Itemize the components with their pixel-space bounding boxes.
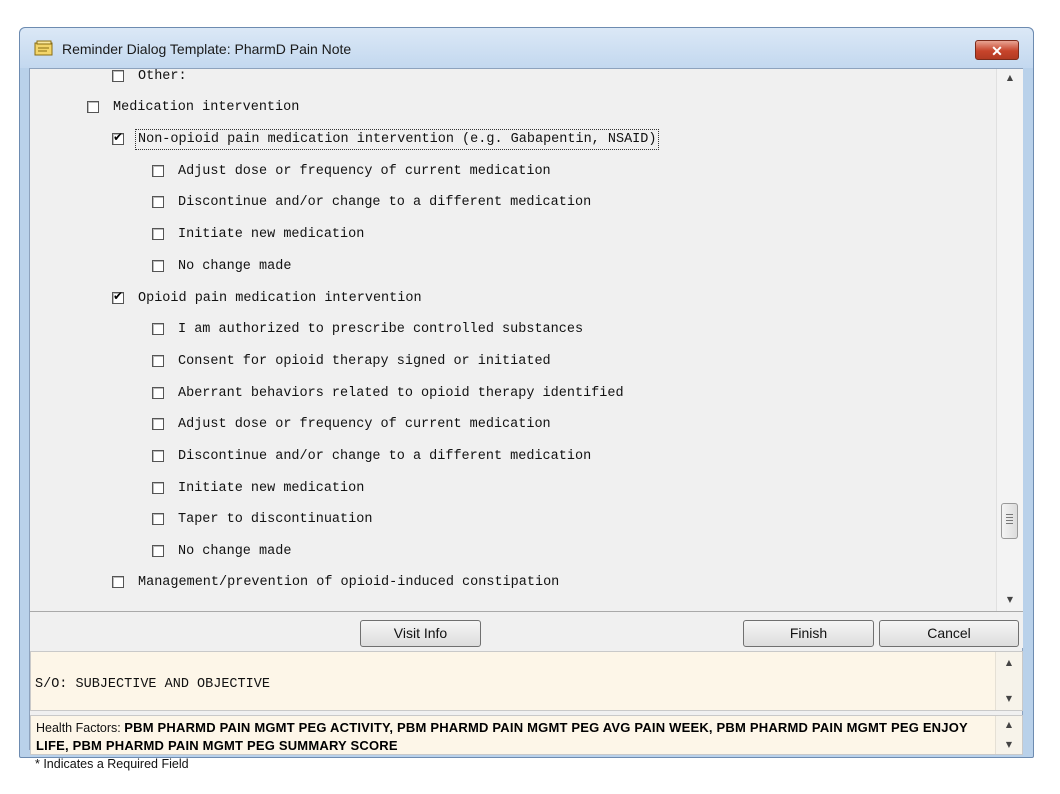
scroll-down-icon[interactable]: ▼ — [997, 591, 1023, 609]
checkbox[interactable] — [152, 482, 164, 494]
note-scrollbar[interactable]: ▲ ▼ — [995, 652, 1022, 710]
visit-info-button[interactable]: Visit Info — [360, 620, 481, 647]
tree-item-consent-opioid[interactable]: Consent for opioid therapy signed or ini… — [152, 351, 551, 371]
tree-item-label: Discontinue and/or change to a different… — [178, 194, 592, 210]
health-factors-value: PBM PHARMD PAIN MGMT PEG ACTIVITY, PBM P… — [36, 720, 968, 753]
checkbox[interactable] — [152, 545, 164, 557]
tree-item-discontinue[interactable]: Discontinue and/or change to a different… — [152, 192, 591, 212]
checkbox[interactable] — [112, 576, 124, 588]
tree-item-other[interactable]: Other: — [112, 69, 187, 86]
health-factors-panel[interactable]: Health Factors: PBM PHARMD PAIN MGMT PEG… — [30, 715, 1023, 755]
tree-item-label: Adjust dose or frequency of current medi… — [178, 416, 551, 432]
grip-icon — [1006, 514, 1013, 526]
tree-item-no-change-opioid[interactable]: No change made — [152, 541, 291, 561]
checkbox[interactable] — [152, 418, 164, 430]
checkbox[interactable] — [152, 165, 164, 177]
tree-item-label: Opioid pain medication intervention — [138, 290, 422, 306]
scroll-down-icon[interactable]: ▼ — [996, 736, 1022, 754]
tree-item-label: Non-opioid pain medication intervention … — [134, 128, 660, 150]
checkbox[interactable] — [152, 228, 164, 240]
note-text: S/O: SUBJECTIVE AND OBJECTIVE — [35, 677, 270, 692]
tree-item-label: Adjust dose or frequency of current medi… — [178, 163, 551, 179]
tree-item-label: I am authorized to prescribe controlled … — [178, 321, 584, 337]
tree-item-label: No change made — [178, 543, 292, 559]
window-title: Reminder Dialog Template: PharmD Pain No… — [62, 41, 352, 57]
cancel-button[interactable]: Cancel — [879, 620, 1019, 647]
health-factors-scrollbar[interactable]: ▲ ▼ — [995, 716, 1022, 754]
scroll-thumb[interactable] — [1001, 503, 1018, 539]
close-button[interactable]: ✕ — [975, 40, 1019, 60]
tree-item-label: Medication intervention — [113, 99, 300, 115]
tree-item-label: Discontinue and/or change to a different… — [178, 448, 592, 464]
tree-item-discontinue-opioid[interactable]: Discontinue and/or change to a different… — [152, 446, 591, 466]
tree-item-label: Initiate new medication — [178, 480, 365, 496]
tree-item-taper[interactable]: Taper to discontinuation — [152, 509, 372, 529]
tree-item-label: Other: — [138, 69, 187, 84]
tree-scrollbar[interactable]: ▲ ▼ — [996, 69, 1023, 611]
finish-button[interactable]: Finish — [743, 620, 874, 647]
tree-item-adjust-dose[interactable]: Adjust dose or frequency of current medi… — [152, 161, 551, 181]
checkbox[interactable] — [152, 450, 164, 462]
scroll-up-icon[interactable]: ▲ — [996, 716, 1022, 734]
tree-item-label: No change made — [178, 258, 292, 274]
reminder-tree: Other: Medication intervention Non-opioi… — [30, 69, 1023, 612]
title-bar[interactable]: Reminder Dialog Template: PharmD Pain No… — [20, 28, 1033, 68]
scroll-down-icon[interactable]: ▼ — [996, 690, 1022, 708]
tree-item-aberrant-behaviors[interactable]: Aberrant behaviors related to opioid the… — [152, 383, 624, 403]
checkbox[interactable] — [87, 101, 99, 113]
tree-item-label: Management/prevention of opioid-induced … — [138, 574, 560, 590]
scroll-up-icon[interactable]: ▲ — [997, 69, 1023, 87]
tree-item-medication-intervention[interactable]: Medication intervention — [87, 97, 299, 117]
tree-item-adjust-dose-opioid[interactable]: Adjust dose or frequency of current medi… — [152, 414, 551, 434]
button-bar: Visit Info Finish Cancel — [30, 612, 1023, 648]
checkbox[interactable] — [152, 260, 164, 272]
health-factors-text: Health Factors: PBM PHARMD PAIN MGMT PEG… — [36, 719, 986, 755]
checkbox[interactable] — [152, 196, 164, 208]
checkbox[interactable] — [152, 387, 164, 399]
note-preview[interactable]: S/O: SUBJECTIVE AND OBJECTIVE ▲ ▼ — [30, 651, 1023, 711]
checkbox[interactable] — [152, 355, 164, 367]
checkbox[interactable] — [112, 70, 124, 82]
checkbox-checked[interactable] — [112, 130, 124, 145]
health-factors-label: Health Factors: — [36, 721, 121, 735]
dialog-client-area: Other: Medication intervention Non-opioi… — [29, 68, 1023, 771]
required-field-note: * Indicates a Required Field — [35, 757, 189, 771]
tree-item-label: Aberrant behaviors related to opioid the… — [178, 385, 624, 401]
tree-item-label: Initiate new medication — [178, 226, 365, 242]
checkbox-checked[interactable] — [112, 289, 124, 304]
tree-item-initiate-new-opioid[interactable]: Initiate new medication — [152, 478, 364, 498]
reminder-template-icon — [34, 40, 53, 56]
tree-item-opioid-intervention[interactable]: Opioid pain medication intervention — [112, 288, 422, 308]
checkbox[interactable] — [152, 323, 164, 335]
scroll-up-icon[interactable]: ▲ — [996, 654, 1022, 672]
tree-item-authorized-prescribe[interactable]: I am authorized to prescribe controlled … — [152, 319, 583, 339]
close-icon: ✕ — [991, 43, 1003, 59]
tree-item-constipation[interactable]: Management/prevention of opioid-induced … — [112, 572, 559, 592]
checkbox[interactable] — [152, 513, 164, 525]
tree-item-non-opioid-intervention[interactable]: Non-opioid pain medication intervention … — [112, 128, 660, 150]
tree-item-no-change[interactable]: No change made — [152, 256, 291, 276]
tree-item-label: Taper to discontinuation — [178, 511, 373, 527]
tree-item-label: Consent for opioid therapy signed or ini… — [178, 353, 551, 369]
dialog-window: Reminder Dialog Template: PharmD Pain No… — [19, 27, 1034, 771]
tree-item-initiate-new[interactable]: Initiate new medication — [152, 224, 364, 244]
